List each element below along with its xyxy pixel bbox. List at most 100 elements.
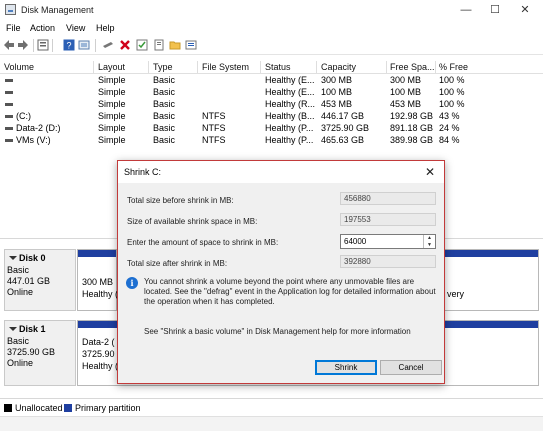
column-volume[interactable]: Volume — [4, 62, 34, 72]
dialog-title-bar: Shrink C: ✕ — [118, 161, 444, 183]
spin-down-icon[interactable]: ▼ — [424, 242, 435, 248]
disk-1-panel[interactable]: Disk 1 Basic 3725.90 GB Online — [4, 320, 76, 386]
list-icon[interactable] — [185, 39, 197, 51]
column-divider[interactable] — [260, 61, 261, 73]
table-row[interactable]: Simple Basic Healthy (E... 100 MB 100 MB… — [0, 87, 543, 99]
volume-layout: Simple — [98, 75, 126, 85]
table-row[interactable]: Simple Basic Healthy (E... 300 MB 300 MB… — [0, 75, 543, 87]
table-row[interactable]: VMs (V:) Simple Basic NTFS Healthy (P...… — [0, 135, 543, 147]
menu-help[interactable]: Help — [96, 23, 115, 33]
drive-icon — [5, 103, 13, 106]
volume-percent-free: 43 % — [439, 111, 460, 121]
toolbar-separator — [95, 39, 96, 52]
dialog-close-icon[interactable]: ✕ — [420, 164, 440, 180]
connect-icon[interactable] — [102, 39, 114, 51]
volume-capacity: 3725.90 GB — [321, 123, 370, 133]
column-status[interactable]: Status — [265, 62, 291, 72]
column-layout[interactable]: Layout — [98, 62, 125, 72]
volume-free-space: 453 MB — [390, 99, 422, 109]
disk-0-panel[interactable]: Disk 0 Basic 447.01 GB Online — [4, 249, 76, 311]
column-divider[interactable] — [316, 61, 317, 73]
drive-icon — [5, 127, 13, 130]
disk-name: Disk 1 — [19, 324, 46, 334]
shrink-amount-label: Enter the amount of space to shrink in M… — [127, 238, 279, 247]
column-divider[interactable] — [197, 61, 198, 73]
disk-name: Disk 0 — [19, 253, 46, 263]
disk-0-partition-right[interactable]: very — [444, 249, 539, 311]
forward-icon[interactable] — [17, 39, 29, 51]
column-percent-free[interactable]: % Free — [439, 62, 468, 72]
volume-free-space: 100 MB — [390, 87, 422, 97]
minimize-button[interactable]: — — [453, 2, 479, 18]
shrink-amount-value[interactable]: 64000 — [344, 237, 366, 246]
dialog-title: Shrink C: — [124, 167, 162, 177]
volume-file-system: NTFS — [202, 135, 226, 145]
volume-status: Healthy (P... — [265, 135, 314, 145]
delete-icon[interactable] — [119, 39, 131, 51]
svg-text:?: ? — [66, 41, 71, 51]
volume-name: Data-2 (D:) — [16, 123, 61, 133]
menu-file[interactable]: File — [6, 23, 21, 33]
refresh-icon[interactable] — [78, 39, 90, 51]
check-icon[interactable] — [136, 39, 148, 51]
column-file-system[interactable]: File System — [202, 62, 249, 72]
toolbar: ? — [0, 37, 543, 55]
menu-action[interactable]: Action — [30, 23, 55, 33]
volume-capacity: 465.63 GB — [321, 135, 365, 145]
total-before-value: 456880 — [340, 192, 436, 205]
available-shrink-value: 197553 — [340, 213, 436, 226]
volume-free-space: 300 MB — [390, 75, 422, 85]
volume-status: Healthy (E... — [265, 75, 315, 85]
column-type[interactable]: Type — [153, 62, 173, 72]
column-divider[interactable] — [148, 61, 149, 73]
partition-status-clipped: very — [447, 289, 465, 299]
drive-icon — [5, 139, 13, 142]
disk-0-partition[interactable]: 300 MB Healthy ( — [77, 249, 118, 311]
disk-icon — [9, 327, 17, 331]
volume-status: Healthy (R... — [265, 99, 316, 109]
column-free-space[interactable]: Free Spa... — [390, 62, 435, 72]
maximize-button[interactable]: ☐ — [482, 2, 508, 18]
column-divider[interactable] — [93, 61, 94, 73]
folder-icon[interactable] — [169, 39, 181, 51]
total-before-label: Total size before shrink in MB: — [127, 196, 234, 205]
volume-file-system: NTFS — [202, 123, 226, 133]
help-icon[interactable]: ? — [63, 39, 75, 51]
table-row[interactable]: Data-2 (D:) Simple Basic NTFS Healthy (P… — [0, 123, 543, 135]
disk-type: Basic — [7, 336, 30, 346]
toolbar-separator — [33, 39, 34, 52]
disk-status: Online — [7, 358, 34, 368]
volume-type: Basic — [153, 75, 176, 85]
drive-icon — [5, 91, 13, 94]
table-row[interactable]: (C:) Simple Basic NTFS Healthy (B... 446… — [0, 111, 543, 123]
legend: Unallocated Primary partition — [0, 398, 543, 417]
unallocated-swatch — [4, 404, 12, 412]
column-divider[interactable] — [386, 61, 387, 73]
table-row[interactable]: Simple Basic Healthy (R... 453 MB 453 MB… — [0, 99, 543, 111]
legend-primary-partition: Primary partition — [75, 403, 141, 413]
total-after-label: Total size after shrink in MB: — [127, 259, 228, 268]
volume-name: (C:) — [16, 111, 31, 121]
disk-status: Online — [7, 287, 34, 297]
volume-capacity: 100 MB — [321, 87, 353, 97]
shrink-amount-input[interactable]: 64000 ▲ ▼ — [340, 234, 436, 249]
open-icon[interactable] — [153, 39, 165, 51]
column-capacity[interactable]: Capacity — [321, 62, 356, 72]
disk-type: Basic — [7, 265, 30, 275]
shrink-button[interactable]: Shrink — [315, 360, 377, 375]
spin-up-icon[interactable]: ▲ — [424, 235, 435, 241]
properties-icon[interactable] — [37, 39, 49, 51]
volume-layout: Simple — [98, 123, 126, 133]
back-icon[interactable] — [3, 39, 15, 51]
partition-label: Data-2 ( — [82, 337, 115, 347]
status-bar — [0, 416, 543, 431]
menu-view[interactable]: View — [66, 23, 85, 33]
volume-type: Basic — [153, 135, 176, 145]
legend-unallocated: Unallocated — [15, 403, 63, 413]
cancel-button[interactable]: Cancel — [380, 360, 442, 375]
column-divider[interactable] — [435, 61, 436, 73]
partition-status: Healthy ( — [82, 361, 119, 371]
shrink-dialog: Shrink C: ✕ Total size before shrink in … — [117, 160, 445, 384]
volume-list-header: Volume Layout Type File System Status Ca… — [0, 61, 543, 74]
close-button[interactable]: ✕ — [512, 2, 538, 18]
